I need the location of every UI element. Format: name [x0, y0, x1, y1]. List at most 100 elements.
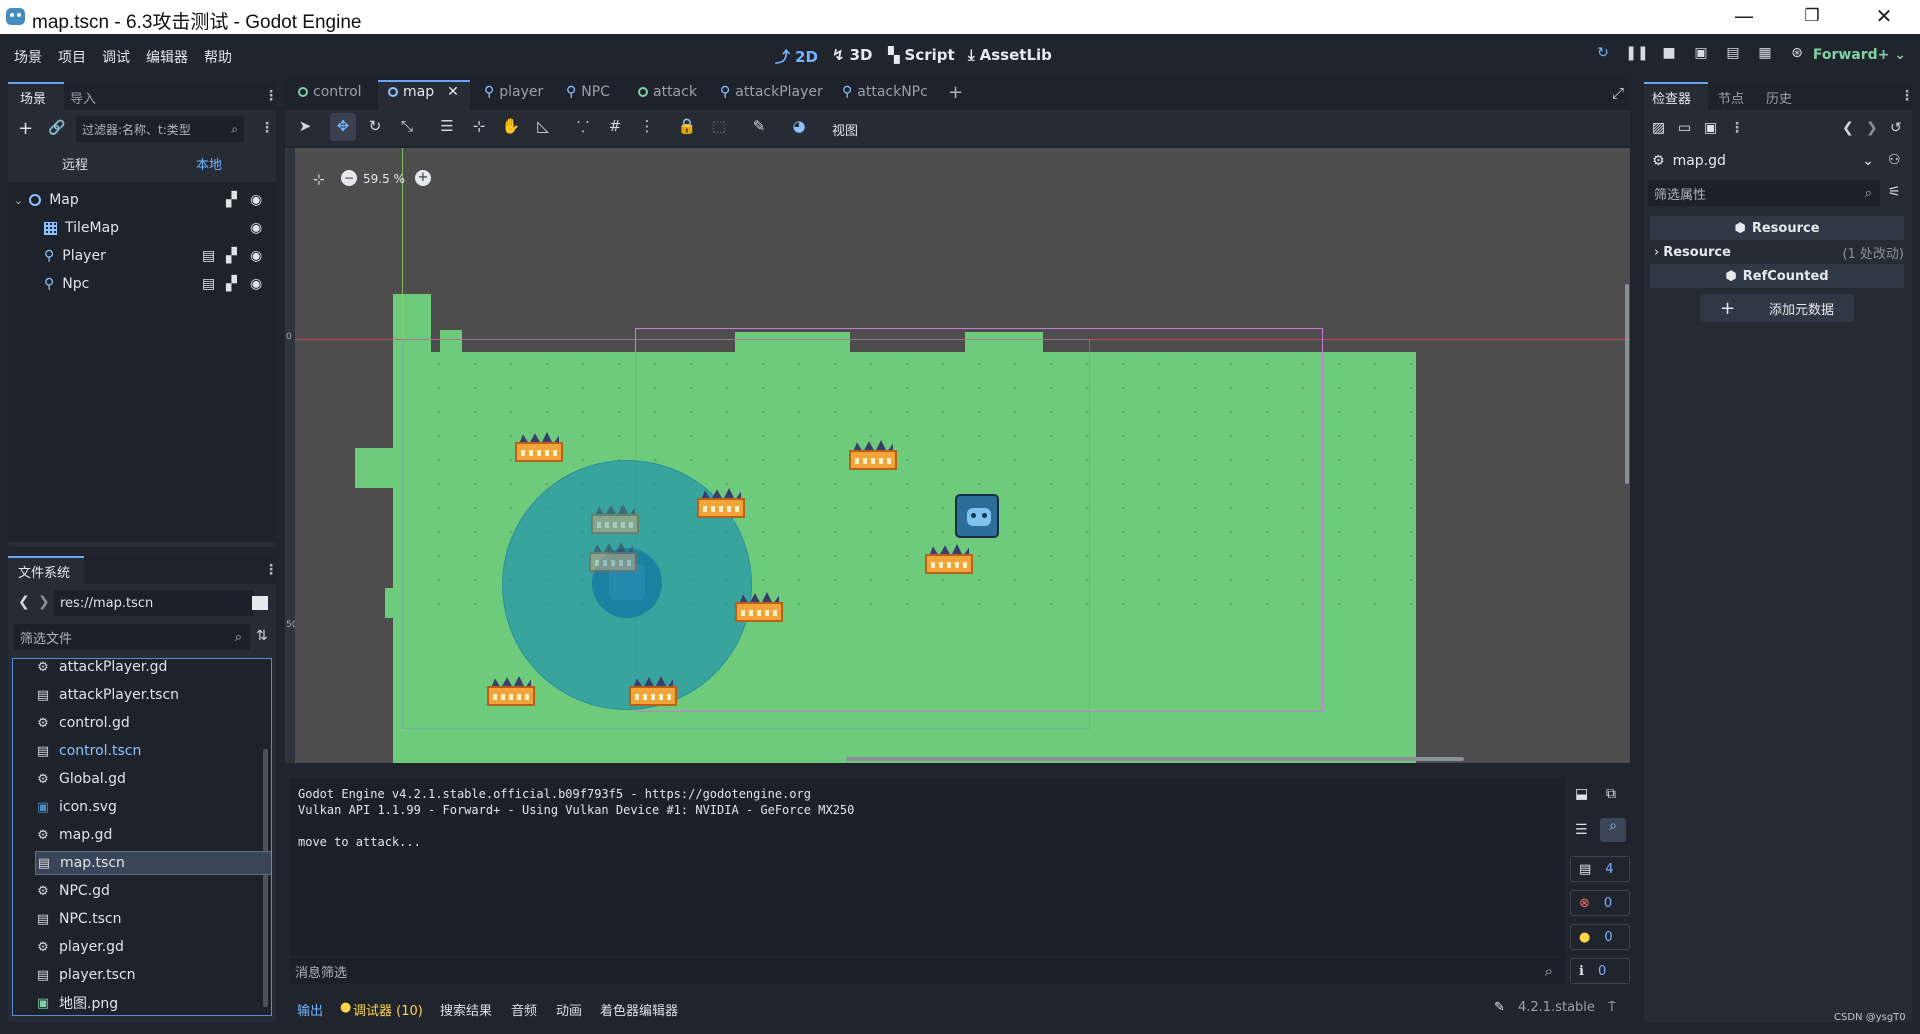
file-item[interactable]: ⚙ attackPlayer.gd — [35, 659, 271, 679]
workspace-2d-button[interactable]: ⤴ 2D — [775, 46, 818, 67]
play-scene-icon[interactable]: ▤ — [1720, 45, 1746, 67]
file-item[interactable]: ⚙ map.gd — [35, 823, 271, 847]
copy-output-icon[interactable]: ⧉ — [1606, 786, 1616, 802]
building-sprite[interactable] — [589, 542, 637, 572]
sort-icon[interactable]: ⇅ — [256, 628, 268, 644]
vertical-scrollbar[interactable] — [1625, 284, 1629, 484]
warning-count-button[interactable]: ● 0 — [1570, 924, 1630, 950]
move-tool-icon[interactable]: ✥ — [330, 117, 356, 135]
building-sprite[interactable] — [925, 544, 973, 574]
tab-attack[interactable]: attack — [638, 84, 697, 100]
zoom-in-icon[interactable]: + — [415, 170, 431, 186]
pause-icon[interactable]: ❚❚ — [1624, 45, 1650, 67]
menu-project[interactable]: 项目 — [58, 47, 86, 67]
history-back-icon[interactable]: ❮ — [1842, 120, 1854, 136]
workspace-script-button[interactable]: ▚ Script — [888, 46, 955, 64]
menu-scene[interactable]: 场景 — [14, 47, 42, 67]
visibility-eye-icon[interactable]: ◉ — [250, 276, 262, 292]
tab-animation[interactable]: 动画 — [556, 1000, 582, 1019]
list-select-icon[interactable]: ☰ — [434, 117, 460, 135]
file-item[interactable]: ▤ NPC.tscn — [35, 907, 271, 931]
tab-attacknpc[interactable]: ⚲ attackNPc — [842, 84, 928, 100]
workspace-3d-button[interactable]: ↯ 3D — [832, 46, 872, 64]
tab-attackplayer[interactable]: ⚲ attackPlayer — [720, 84, 823, 100]
scene-options-icon[interactable]: ⋮ — [260, 120, 274, 136]
split-mode-icon[interactable] — [252, 596, 268, 610]
menu-editor[interactable]: 编辑器 — [146, 47, 188, 67]
center-view-icon[interactable]: ⊹ — [313, 172, 325, 188]
new-tab-icon[interactable]: + — [948, 82, 963, 103]
tab-node[interactable]: 节点 — [1718, 88, 1744, 107]
tab-control[interactable]: control — [298, 84, 362, 100]
collapse-icon[interactable]: ☰ — [1575, 822, 1588, 838]
menu-dots-icon[interactable]: ⋮ — [264, 562, 278, 578]
resource-options-icon[interactable]: ⋮ — [1730, 120, 1744, 136]
file-item[interactable]: ▤ control.tscn — [35, 739, 271, 763]
menu-debug[interactable]: 调试 — [102, 47, 130, 67]
node-filter-input[interactable]: 过滤器:名称、t:类型 ⌕ — [76, 116, 244, 142]
tab-player[interactable]: ⚲ player — [484, 84, 543, 100]
property-filter-input[interactable]: 筛选属性 ⌕ — [1648, 180, 1880, 206]
tab-shader-editor[interactable]: 着色器编辑器 — [600, 1000, 678, 1019]
zoom-level[interactable]: 59.5 % — [363, 172, 405, 186]
lock-icon[interactable]: 🔒 — [674, 117, 700, 135]
building-sprite[interactable] — [591, 504, 639, 534]
file-filter-input[interactable]: 筛选文件 ⌕ — [14, 624, 250, 650]
building-sprite[interactable] — [697, 488, 745, 518]
scene-instance-icon[interactable]: ▤ — [202, 248, 215, 264]
tab-debugger[interactable]: 调试器 (10) — [353, 1000, 423, 1019]
object-history-icon[interactable]: ↺ — [1890, 120, 1902, 136]
building-sprite[interactable] — [849, 440, 897, 470]
file-item[interactable]: ⚙ Global.gd — [35, 767, 271, 791]
file-item[interactable]: ▣ icon.svg — [35, 795, 271, 819]
visibility-eye-icon[interactable]: ◉ — [250, 220, 262, 236]
add-node-icon[interactable]: + — [18, 118, 33, 139]
script-attached-icon[interactable]: ▞ — [226, 276, 237, 292]
canvas-viewport[interactable]: ⊹ − 59.5 % + — [295, 148, 1630, 763]
snap-options-icon[interactable]: ⋮ — [634, 117, 660, 135]
tab-inspector[interactable]: 检查器 — [1652, 88, 1691, 107]
clear-output-icon[interactable]: ⬓ — [1575, 786, 1588, 802]
path-field[interactable]: res://map.tscn — [54, 590, 254, 616]
file-item[interactable]: ⚙ control.gd — [35, 711, 271, 735]
movie-maker-icon[interactable]: ⊛ — [1784, 45, 1810, 67]
back-icon[interactable]: ❮ — [18, 594, 30, 610]
remote-tab[interactable]: 远程 — [62, 154, 88, 173]
script-attached-icon[interactable]: ▞ — [226, 248, 237, 264]
file-item[interactable]: ▤ player.tscn — [35, 963, 271, 987]
new-resource-icon[interactable]: ▨ — [1652, 120, 1665, 136]
select-tool-icon[interactable]: ➤ — [292, 117, 318, 135]
tab-scene[interactable]: 场景 — [20, 88, 46, 107]
minimize-button[interactable]: — — [1716, 0, 1772, 34]
visibility-eye-icon[interactable]: ◉ — [250, 192, 262, 208]
close-button[interactable]: ✕ — [1856, 0, 1912, 34]
tab-filesystem[interactable]: 文件系统 — [18, 562, 70, 581]
filter-toggle-icon[interactable]: ⌕ — [1600, 818, 1626, 842]
tree-node-npc[interactable]: ⚲ Npc ▤ ▞ ◉ — [8, 272, 276, 296]
file-item[interactable]: ▤ map.tscn — [35, 851, 271, 875]
renderer-select[interactable]: Forward+ ⌄ — [1813, 47, 1906, 63]
visibility-eye-icon[interactable]: ◉ — [250, 248, 262, 264]
pan-tool-icon[interactable]: ✋ — [498, 117, 524, 135]
distraction-free-icon[interactable]: ⤢ — [1612, 84, 1624, 102]
bone-icon[interactable]: ✎ — [746, 117, 772, 135]
building-sprite[interactable] — [515, 432, 563, 462]
stop-icon[interactable]: ■ — [1656, 45, 1682, 67]
tab-npc[interactable]: ⚲ NPC — [566, 84, 610, 100]
resource-selector[interactable]: ⚙ map.gd ⌄ — [1648, 148, 1880, 174]
tab-history[interactable]: 历史 — [1766, 88, 1792, 107]
play-custom-icon[interactable]: ▦ — [1752, 45, 1778, 67]
horizontal-scrollbar[interactable] — [846, 757, 1464, 761]
workspace-assetlib-button[interactable]: ⤓ AssetLib — [968, 46, 1052, 64]
pivot-tool-icon[interactable]: ⊹ — [466, 117, 492, 135]
message-count-button[interactable]: ▤ 4 — [1570, 856, 1630, 882]
link-icon[interactable]: 🔗 — [48, 120, 65, 136]
save-icon[interactable]: ▣ — [1704, 120, 1717, 136]
tab-output[interactable]: 输出 — [297, 1000, 323, 1019]
property-options-icon[interactable]: ⚟ — [1888, 184, 1901, 200]
error-count-button[interactable]: ⊗ 0 — [1570, 890, 1630, 916]
tab-map[interactable]: map ✕ — [388, 84, 459, 100]
editor-message-count-button[interactable]: ℹ0 — [1570, 958, 1630, 984]
tab-import[interactable]: 导入 — [70, 88, 96, 107]
forward-icon[interactable]: ❯ — [38, 594, 50, 610]
